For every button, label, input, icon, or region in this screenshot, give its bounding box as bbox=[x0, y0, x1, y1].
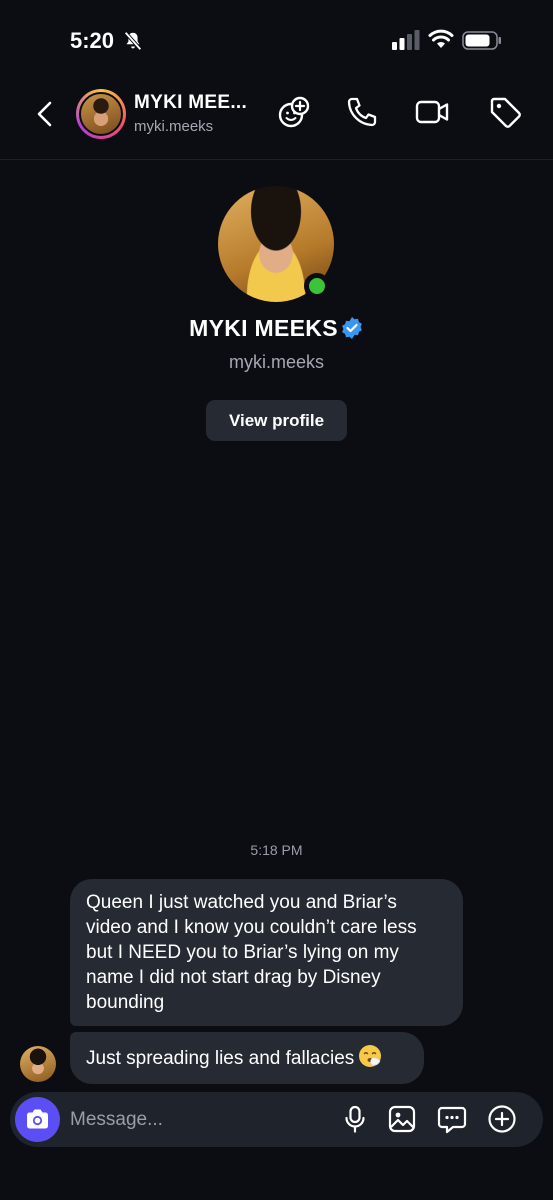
gallery-icon[interactable] bbox=[387, 1104, 417, 1134]
message-composer bbox=[10, 1092, 543, 1147]
microphone-icon[interactable] bbox=[340, 1104, 370, 1134]
message-text: Queen I just watched you and Briar’s vid… bbox=[86, 892, 417, 1013]
battery-icon bbox=[462, 31, 501, 50]
online-status-dot bbox=[304, 273, 330, 299]
add-people-icon[interactable] bbox=[276, 94, 312, 130]
message-timestamp: 5:18 PM bbox=[250, 842, 303, 858]
view-profile-button[interactable]: View profile bbox=[206, 400, 347, 441]
bell-slash-icon bbox=[124, 31, 142, 51]
message-bubble[interactable]: Just spreading lies and fallacies bbox=[70, 1032, 424, 1084]
sticker-chat-icon[interactable] bbox=[437, 1104, 467, 1134]
sender-avatar[interactable] bbox=[20, 1046, 56, 1082]
status-time: 5:20 bbox=[70, 28, 115, 53]
camera-icon bbox=[27, 1109, 48, 1129]
verified-badge-icon bbox=[341, 317, 362, 339]
cellular-signal-icon bbox=[392, 30, 420, 50]
sneezing-face-icon bbox=[359, 1045, 382, 1067]
header-username[interactable]: myki.meeks bbox=[134, 118, 213, 135]
profile-name-row: MYKI MEEKS bbox=[0, 315, 553, 342]
camera-button[interactable] bbox=[15, 1097, 60, 1142]
back-chevron-icon[interactable] bbox=[30, 98, 62, 130]
chat-header: MYKI MEE... myki.meeks bbox=[0, 80, 553, 160]
header-name[interactable]: MYKI MEE... bbox=[134, 92, 247, 114]
status-bar: 5:20 bbox=[0, 0, 553, 80]
phone-icon[interactable] bbox=[344, 94, 380, 130]
video-camera-icon[interactable] bbox=[414, 94, 450, 130]
tag-icon[interactable] bbox=[487, 94, 523, 130]
message-input[interactable] bbox=[70, 1106, 330, 1134]
header-avatar[interactable] bbox=[76, 89, 126, 139]
message-text: Just spreading lies and fallacies bbox=[86, 1048, 355, 1069]
plus-circle-icon[interactable] bbox=[487, 1104, 517, 1134]
wifi-icon bbox=[428, 29, 454, 48]
profile-username: myki.meeks bbox=[228, 352, 324, 372]
profile-name: MYKI MEEKS bbox=[189, 315, 338, 341]
message-bubble[interactable]: Queen I just watched you and Briar’s vid… bbox=[70, 879, 463, 1026]
